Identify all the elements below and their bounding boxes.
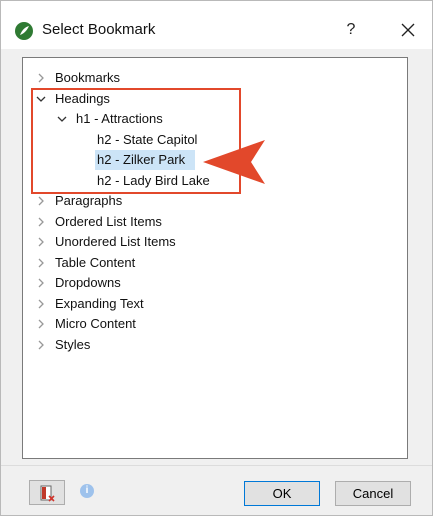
bookmark-remove-icon [40,485,55,502]
tree-item[interactable]: Bookmarks [23,68,407,88]
close-icon [401,23,415,37]
title-bar: Select Bookmark ? [1,1,432,49]
annotation-arrow-icon [203,140,265,184]
tree-item-label: Paragraphs [55,193,123,208]
tree-item-label: Expanding Text [55,295,144,311]
chevron-right-icon[interactable] [35,68,47,88]
footer-divider [1,465,432,466]
chevron-right-icon[interactable] [35,273,47,293]
tree-item[interactable]: Styles [23,335,407,355]
tree-item-label: Ordered List Items [55,213,162,229]
chevron-right-icon[interactable] [35,294,47,314]
chevron-right-icon[interactable] [35,191,47,211]
tree-item[interactable]: Table Content [23,253,407,273]
tree-item[interactable]: Paragraphs [23,191,407,211]
tree-item[interactable]: Unordered List Items [23,232,407,252]
tree-item[interactable]: Ordered List Items [23,212,407,232]
tree-item-label: Styles [55,336,91,352]
select-bookmark-dialog: Select Bookmark ? Bookmarks Headings h1 - … [0,0,433,516]
chevron-right-icon[interactable] [35,232,47,252]
help-button[interactable]: ? [336,15,366,45]
tree-item[interactable]: Expanding Text [23,294,407,314]
tree-item-label: Micro Content [55,316,136,331]
chevron-right-icon[interactable] [35,335,47,355]
cancel-button[interactable]: Cancel [335,481,411,506]
tree-item[interactable]: Micro Content [23,314,407,334]
window-title: Select Bookmark [42,21,156,38]
tree-item-label: Unordered List Items [55,234,176,249]
tree-item-label: Table Content [55,254,136,270]
chevron-right-icon[interactable] [35,314,47,334]
tree-item-label: Bookmarks [55,70,121,85]
ok-button[interactable]: OK [244,481,320,506]
bookmark-tool-button[interactable] [29,480,65,505]
chevron-right-icon[interactable] [35,253,47,273]
chevron-right-icon[interactable] [35,212,47,232]
close-button[interactable] [393,15,423,45]
info-icon[interactable]: i [80,484,94,498]
tree-item-label: Dropdowns [55,275,121,290]
app-logo-icon [15,22,33,40]
tree-item[interactable]: Dropdowns [23,273,407,293]
